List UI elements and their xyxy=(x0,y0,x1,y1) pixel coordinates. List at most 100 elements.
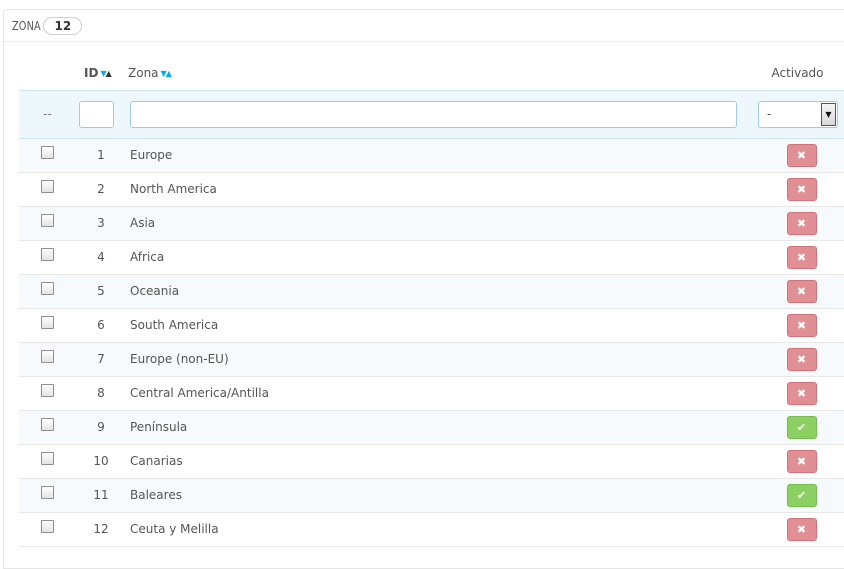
table-row[interactable]: 8 Central America/Antilla ✖ xyxy=(19,376,844,411)
close-icon[interactable]: ✖ xyxy=(786,517,817,541)
panel-heading: ZONA 12 xyxy=(4,10,844,42)
row-check-cell xyxy=(19,512,76,547)
table-row[interactable]: 10 Canarias ✖ xyxy=(19,444,844,479)
row-active-cell: ✖ xyxy=(750,240,844,275)
name-sort-controls: ▼▲ xyxy=(161,69,172,78)
row-zone-name: South America xyxy=(126,308,750,343)
row-active-cell: ✔ xyxy=(750,478,844,513)
row-active-cell: ✖ xyxy=(750,172,844,207)
check-icon[interactable]: ✔ xyxy=(786,483,817,507)
table-row[interactable]: 7 Europe (non-EU) ✖ xyxy=(19,342,844,377)
filter-id-cell xyxy=(76,89,126,139)
filter-active-selected: - xyxy=(767,106,772,121)
row-checkbox[interactable] xyxy=(41,418,54,431)
row-id: 10 xyxy=(76,444,126,479)
id-sort-controls: ▼▲ xyxy=(100,69,112,78)
table-row[interactable]: 9 Península ✔ xyxy=(19,410,844,445)
table-header-row: ID ▼▲ Zona ▼▲ Activado xyxy=(19,56,844,90)
close-icon[interactable]: ✖ xyxy=(786,381,817,405)
filter-id-input[interactable] xyxy=(79,100,114,128)
row-checkbox[interactable] xyxy=(41,486,54,499)
row-checkbox[interactable] xyxy=(41,520,54,533)
close-icon[interactable]: ✖ xyxy=(786,211,817,235)
close-icon[interactable]: ✖ xyxy=(786,245,817,269)
header-id-label: ID xyxy=(84,65,99,80)
row-check-cell xyxy=(19,138,76,173)
close-icon[interactable]: ✖ xyxy=(786,279,817,303)
row-check-cell xyxy=(19,478,76,513)
row-zone-name: North America xyxy=(126,172,750,207)
table-row[interactable]: 5 Oceania ✖ xyxy=(19,274,844,309)
zone-count-badge: 12 xyxy=(43,16,83,35)
row-zone-name: Canarias xyxy=(126,444,750,479)
row-check-cell xyxy=(19,240,76,275)
header-name-label: Zona xyxy=(128,65,159,80)
header-active: Activado xyxy=(771,65,824,80)
sort-asc-icon[interactable]: ▲ xyxy=(106,69,112,78)
row-id: 12 xyxy=(76,512,126,547)
row-id: 3 xyxy=(76,206,126,241)
filter-name-cell xyxy=(126,89,750,139)
row-active-cell: ✖ xyxy=(750,308,844,343)
table-row[interactable]: 4 Africa ✖ xyxy=(19,240,844,275)
row-active-cell: ✖ xyxy=(750,274,844,309)
row-active-cell: ✖ xyxy=(750,342,844,377)
row-checkbox[interactable] xyxy=(41,384,54,397)
table-row[interactable]: 2 North America ✖ xyxy=(19,172,844,207)
row-id: 9 xyxy=(76,410,126,445)
row-checkbox[interactable] xyxy=(41,350,54,363)
row-id: 6 xyxy=(76,308,126,343)
row-checkbox[interactable] xyxy=(41,146,54,159)
row-active-cell: ✖ xyxy=(750,206,844,241)
close-icon[interactable]: ✖ xyxy=(786,143,817,167)
filter-row: -- - ▼ xyxy=(19,89,844,139)
row-checkbox[interactable] xyxy=(41,180,54,193)
row-checkbox[interactable] xyxy=(41,214,54,227)
row-check-cell xyxy=(19,342,76,377)
row-checkbox[interactable] xyxy=(41,316,54,329)
row-active-cell: ✔ xyxy=(750,410,844,445)
header-name: Zona ▼▲ xyxy=(126,56,750,90)
table-row[interactable]: 11 Baleares ✔ xyxy=(19,478,844,513)
row-checkbox[interactable] xyxy=(41,452,54,465)
header-check-cell xyxy=(19,56,76,90)
row-id: 2 xyxy=(76,172,126,207)
filter-check-placeholder: -- xyxy=(19,89,76,139)
zones-table: ID ▼▲ Zona ▼▲ Activado -- - ▼ 1 Europe ✖ 2 Nor… xyxy=(19,56,844,547)
panel-title: ZONA xyxy=(12,18,41,33)
header-id: ID ▼▲ xyxy=(76,56,126,90)
dropdown-arrow-icon[interactable]: ▼ xyxy=(821,102,836,126)
row-id: 4 xyxy=(76,240,126,275)
close-icon[interactable]: ✖ xyxy=(786,347,817,371)
filter-active-select[interactable]: - ▼ xyxy=(758,100,838,128)
row-id: 11 xyxy=(76,478,126,513)
close-icon[interactable]: ✖ xyxy=(786,449,817,473)
row-zone-name: Asia xyxy=(126,206,750,241)
row-check-cell xyxy=(19,376,76,411)
row-id: 1 xyxy=(76,138,126,173)
row-checkbox[interactable] xyxy=(41,248,54,261)
row-zone-name: Baleares xyxy=(126,478,750,513)
row-active-cell: ✖ xyxy=(750,512,844,547)
close-icon[interactable]: ✖ xyxy=(786,177,817,201)
row-check-cell xyxy=(19,172,76,207)
table-row[interactable]: 12 Ceuta y Melilla ✖ xyxy=(19,512,844,547)
row-check-cell xyxy=(19,308,76,343)
close-icon[interactable]: ✖ xyxy=(786,313,817,337)
row-checkbox[interactable] xyxy=(41,282,54,295)
table-row[interactable]: 1 Europe ✖ xyxy=(19,138,844,173)
check-icon[interactable]: ✔ xyxy=(786,415,817,439)
filter-name-input[interactable] xyxy=(130,100,737,128)
row-zone-name: Africa xyxy=(126,240,750,275)
row-zone-name: Central America/Antilla xyxy=(126,376,750,411)
row-zone-name: Oceania xyxy=(126,274,750,309)
row-active-cell: ✖ xyxy=(750,138,844,173)
filter-active-cell: - ▼ xyxy=(750,89,844,139)
row-check-cell xyxy=(19,444,76,479)
table-row[interactable]: 3 Asia ✖ xyxy=(19,206,844,241)
row-zone-name: Península xyxy=(126,410,750,445)
row-check-cell xyxy=(19,206,76,241)
sort-asc-icon[interactable]: ▲ xyxy=(166,69,172,78)
table-row[interactable]: 6 South America ✖ xyxy=(19,308,844,343)
row-zone-name: Europe xyxy=(126,138,750,173)
